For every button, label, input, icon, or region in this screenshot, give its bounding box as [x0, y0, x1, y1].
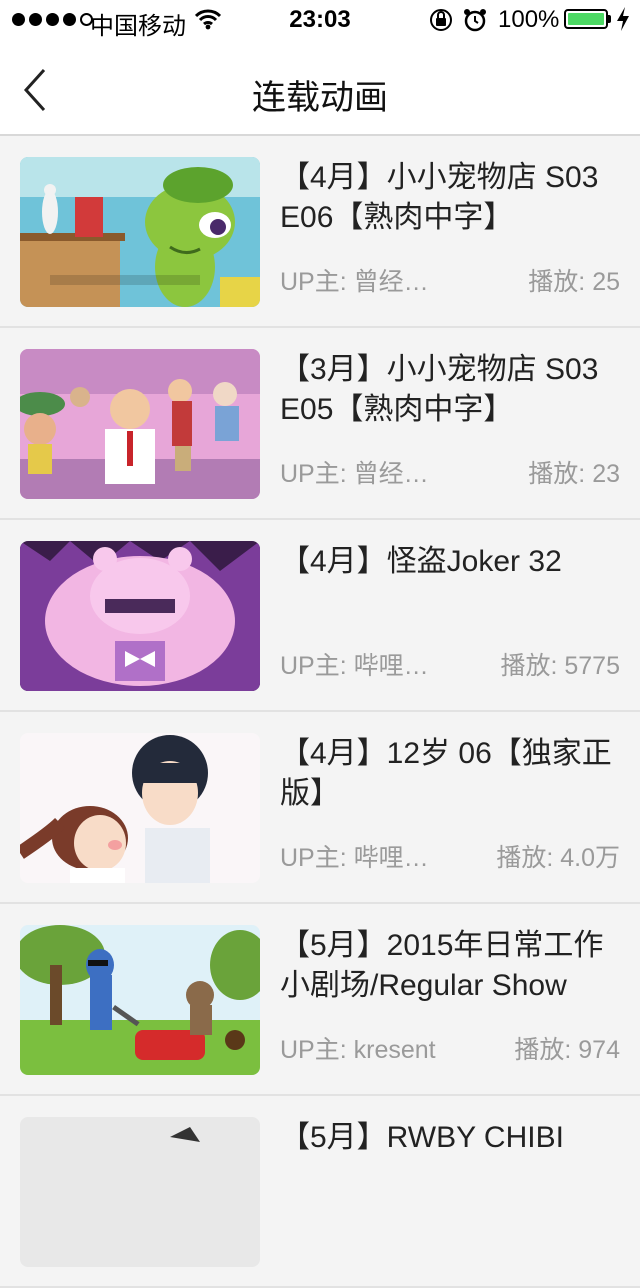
battery-percent: 100% — [498, 6, 560, 33]
play-count: 播放: 4.0万 — [496, 844, 620, 872]
battery-icon — [564, 9, 608, 29]
video-item[interactable]: 【3月】小小宠物店 S03 E05【熟肉中字】 UP主: 曾经… 播放: 23 — [0, 328, 640, 520]
play-count: 播放: 23 — [528, 460, 620, 488]
video-title: 【4月】12岁 06【独家正版】 — [280, 737, 612, 810]
status-bar: 中国移动 23:03 100% — [0, 0, 640, 40]
video-title: 【4月】小小宠物店 S03 E06【熟肉中字】 — [280, 161, 599, 234]
uploader-label: UP主: 曾经… — [280, 268, 429, 296]
video-thumbnail — [20, 925, 260, 1075]
navigation-bar: 连载动画 — [0, 40, 640, 136]
video-title: 【3月】小小宠物店 S03 E05【熟肉中字】 — [280, 353, 599, 426]
play-count: 播放: 974 — [514, 1036, 620, 1064]
video-item[interactable]: 【4月】小小宠物店 S03 E06【熟肉中字】 UP主: 曾经… 播放: 25 — [0, 136, 640, 328]
play-count: 播放: 25 — [528, 268, 620, 296]
video-title: 【4月】怪盗Joker 32 — [280, 545, 562, 578]
video-list: 【4月】小小宠物店 S03 E06【熟肉中字】 UP主: 曾经… 播放: 25 — [0, 136, 640, 1288]
video-thumbnail — [20, 733, 260, 883]
uploader-label: UP主: 曾经… — [280, 460, 429, 488]
video-thumbnail — [20, 157, 260, 307]
video-thumbnail — [20, 541, 260, 691]
video-item[interactable]: 【4月】怪盗Joker 32 UP主: 哔哩… 播放: 5775 — [0, 520, 640, 712]
charging-icon — [616, 7, 630, 38]
orientation-lock-icon — [428, 8, 454, 39]
alarm-icon — [462, 8, 488, 39]
uploader-label: UP主: 哔哩… — [280, 652, 429, 680]
uploader-label: UP主: kresent — [280, 1036, 436, 1064]
play-count: 播放: 5775 — [500, 652, 620, 680]
video-item[interactable]: 【5月】2015年日常工作小剧场/Regular Show UP主: krese… — [0, 904, 640, 1096]
video-thumbnail — [20, 1117, 260, 1267]
video-title: 【5月】2015年日常工作小剧场/Regular Show — [280, 929, 604, 1002]
page-title: 连载动画 — [252, 79, 388, 117]
video-item[interactable]: 【4月】12岁 06【独家正版】 UP主: 哔哩… 播放: 4.0万 — [0, 712, 640, 904]
video-item[interactable]: 【5月】RWBY CHIBI — [0, 1096, 640, 1288]
video-title: 【5月】RWBY CHIBI — [280, 1121, 564, 1154]
video-thumbnail — [20, 349, 260, 499]
uploader-label: UP主: 哔哩… — [280, 844, 429, 872]
